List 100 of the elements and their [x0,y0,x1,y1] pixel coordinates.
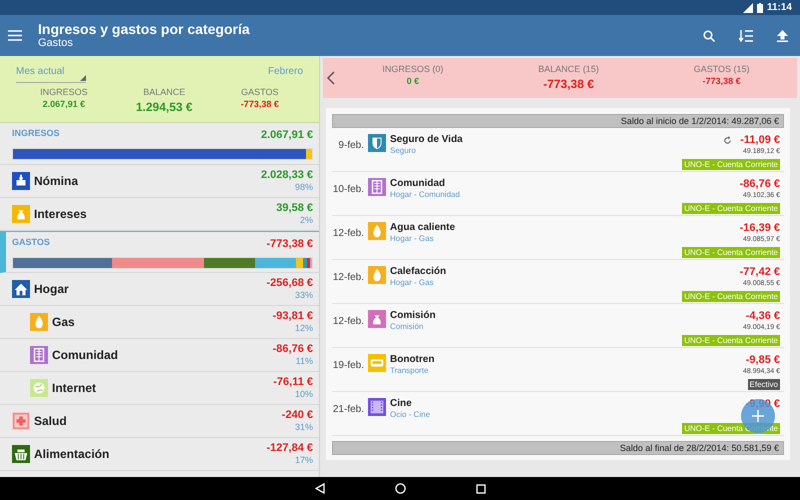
category-amount: -256,68 € [266,277,313,290]
house-icon [12,280,30,298]
search-button[interactable] [703,30,715,42]
caret-icon [80,75,86,81]
category-amount: 39,58 € [276,202,313,215]
transaction-category: Transporte [390,366,430,376]
sort-button[interactable] [739,30,753,42]
category-name: Alimentación [34,446,110,463]
transaction-category: Hogar - Gas [390,234,435,244]
upload-button[interactable] [777,30,788,42]
transaction-date: 10-feb. [332,183,364,197]
building-icon [368,178,386,196]
account-tag: UNO-E - Cuenta Corriente [682,159,780,170]
menu-button[interactable] [8,30,22,41]
signal-icon [742,2,753,12]
upload-icon [777,30,788,42]
balance-label: BALANCE [142,87,186,98]
transaction-date: 19-feb. [332,359,364,373]
transaction-name: Seguro de Vida [390,134,463,146]
category-percent: 31% [294,422,313,433]
account-tag: UNO-E - Cuenta Corriente [682,247,780,258]
chevron-left-icon [327,71,335,85]
category-row[interactable]: Gas -93,81 € 12% [0,306,319,339]
transaction-date: 21-feb. [332,403,364,417]
category-row[interactable]: Intereses 39,58 € 2% [0,198,319,231]
category-name: Salud [34,413,68,430]
flame-icon [368,266,386,284]
plus-icon [752,410,764,422]
transaction-date: 9-feb. [337,139,364,153]
film-icon [368,398,386,416]
transaction-amount: -11,09 € [740,134,780,147]
transaction-date: 12-feb. [332,271,364,285]
category-amount: -93,81 € [272,310,313,323]
category-amount: -86,76 € [272,343,313,356]
section-header[interactable]: GASTOS -773,38 € [0,231,319,273]
search-icon [703,30,715,42]
category-row[interactable]: Alimentación -127,84 € 17% [0,438,319,471]
status-time: 11:14 [766,1,792,15]
menu-icon [8,30,22,41]
category-name: Comunidad [52,347,119,364]
previous-button[interactable] [327,71,335,85]
income-label: INGRESOS (0) [382,64,444,74]
transaction-name: Bonotren [390,354,434,366]
transaction-amount: -86,76 € [740,178,780,191]
money-bag-icon [12,205,30,223]
transaction-category: Comisión [390,322,424,332]
category-percent: 98% [294,182,313,193]
balance-label: BALANCE (15) [538,64,599,74]
category-name: Nómina [34,173,80,190]
category-row[interactable]: Nómina 2.028,33 € 98% [0,165,319,198]
building-icon [30,346,48,364]
transaction-category: Ocio - Cine [390,410,430,420]
money-bag-icon [368,310,386,328]
section-total: -773,38 € [266,237,313,252]
expense-label: GASTOS [240,87,279,98]
category-row[interactable]: Hogar -256,68 € 33% [0,273,319,306]
category-row[interactable]: Comunidad -86,76 € 11% [0,339,319,372]
category-name: Hogar [34,281,70,298]
bus-icon [368,354,386,372]
transaction-amount: -9,90 € [746,398,780,411]
category-percent: 17% [294,455,313,466]
transaction-name: Comisión [390,310,436,322]
category-percent: 12% [294,323,313,334]
home-button[interactable] [394,483,406,494]
category-percent: 10% [294,389,313,400]
globe-icon [30,379,48,397]
transaction-date: 12-feb. [332,227,364,241]
transaction-name: Agua caliente [390,222,456,234]
transaction-amount: -77,42 € [740,266,780,279]
category-name: Gas [52,314,76,331]
income-label: INGRESOS [40,87,88,98]
salary-icon [12,172,30,190]
shield-icon [368,134,386,152]
opening-balance: Saldo al inicio de 1/2/2014: 49.287,06 € [332,114,784,128]
transaction-category: Seguro [390,146,417,156]
transaction-date: 12-feb. [332,315,364,329]
transaction-amount: -16,39 € [740,222,780,235]
month-label: Febrero [268,65,303,79]
category-amount: -127,84 € [266,442,313,455]
category-name: Intereses [34,206,88,223]
category-row[interactable]: Salud -240 € 31% [0,405,319,438]
flame-icon [30,313,48,331]
category-row[interactable]: Internet -76,11 € 10% [0,372,319,405]
back-button[interactable] [314,483,324,494]
transaction-name: Comunidad [390,178,446,190]
transaction-amount: -4,36 € [746,310,780,323]
recents-icon [476,484,486,494]
transaction-category: Hogar - Gas [390,278,435,288]
account-tag: UNO-E - Cuenta Corriente [682,291,780,302]
sort-icon [739,30,753,42]
basket-icon [12,445,30,463]
back-icon [314,483,324,494]
section-title: GASTOS [12,236,50,249]
section-title: INGRESOS [12,127,60,140]
transaction-name: Cine [390,398,413,410]
expense-amount: -773,38 € [240,98,279,111]
recents-button[interactable] [476,484,486,494]
transaction-category: Hogar - Comunidad [390,190,460,200]
medical-cross-icon [12,412,30,430]
screen-subtitle: Gastos [38,37,74,50]
